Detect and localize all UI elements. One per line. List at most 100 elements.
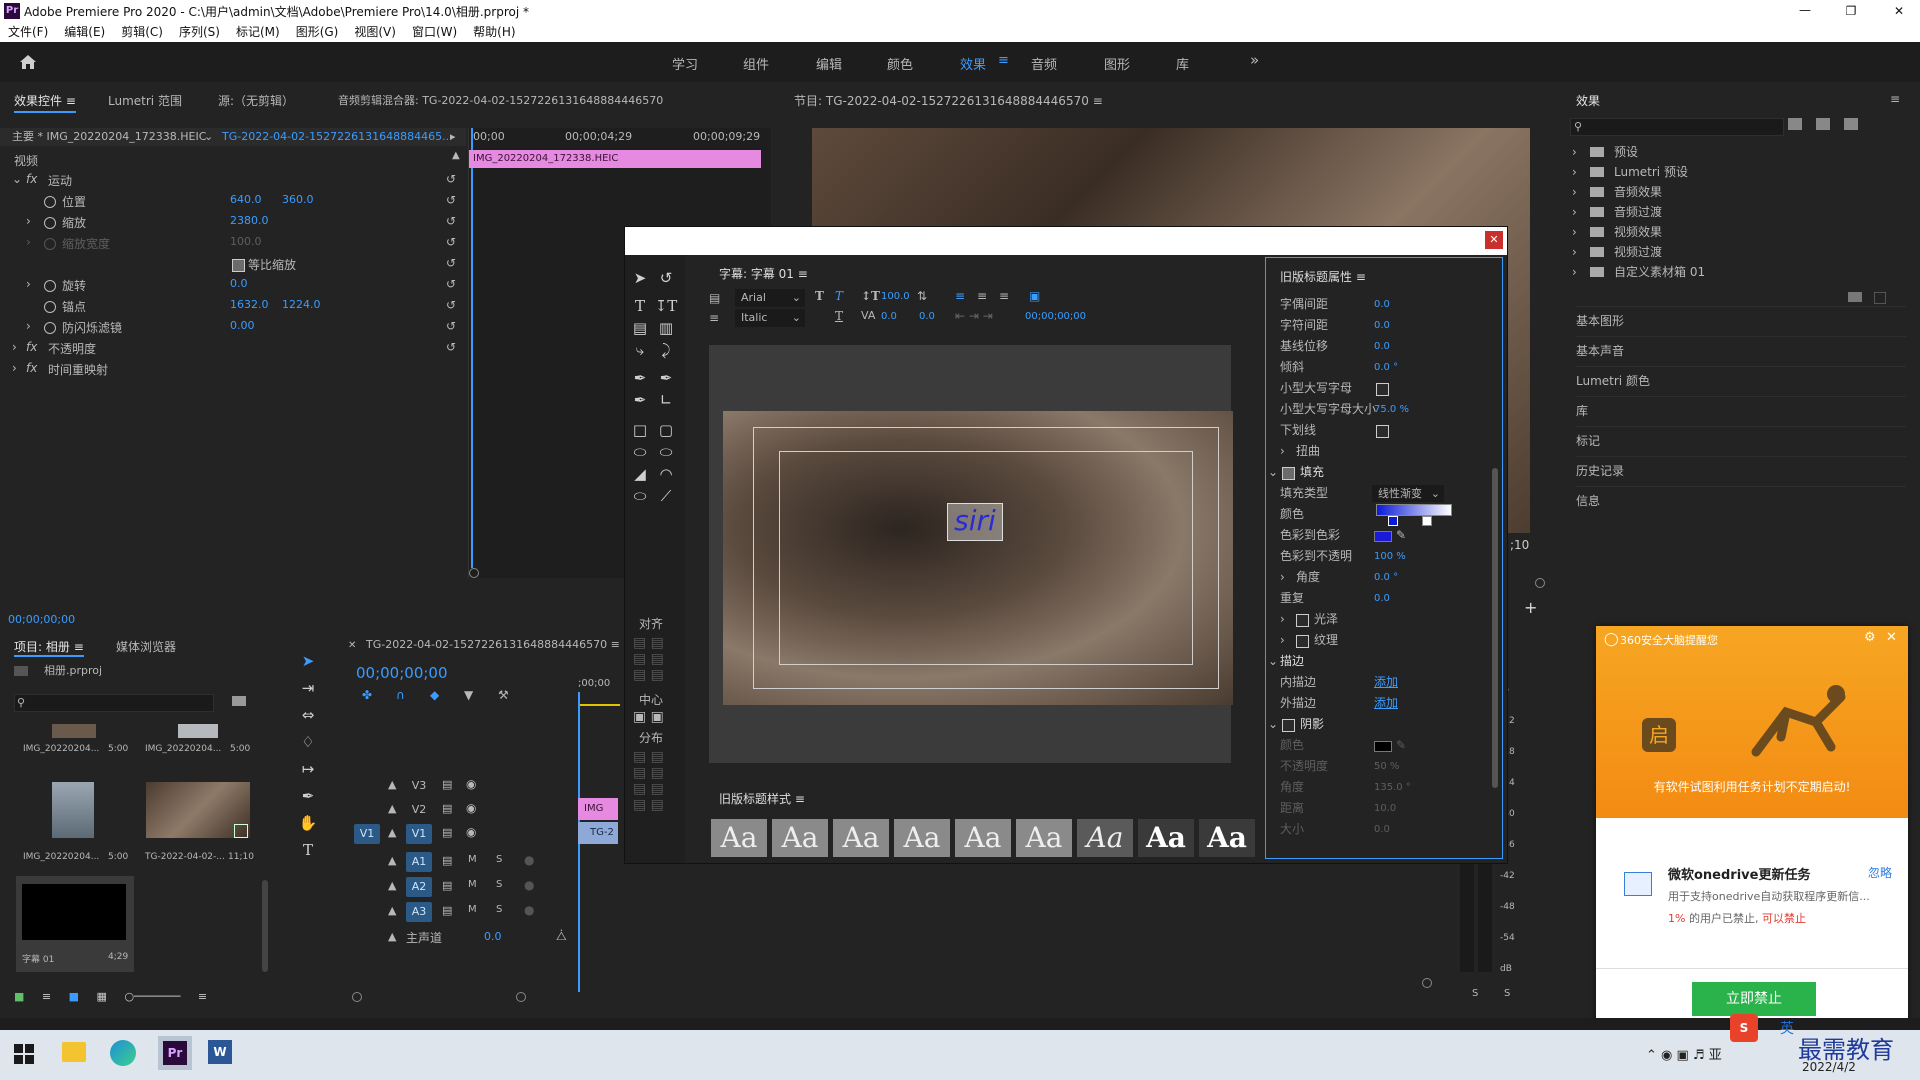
sync-lock-icon[interactable]: ▤ <box>442 826 452 839</box>
expand-icon[interactable]: › <box>1280 630 1285 651</box>
prop-row-uniform-scale[interactable]: 等比缩放 ↺ <box>10 256 460 276</box>
reset-icon[interactable]: ↺ <box>446 172 456 186</box>
add-stroke-link[interactable]: 添加 <box>1374 693 1398 714</box>
align-right-icon[interactable]: ≡ <box>999 289 1009 303</box>
new-bin-icon[interactable] <box>1788 118 1802 130</box>
path-type-icon[interactable]: ⤷ <box>627 339 653 361</box>
menu-window[interactable]: 窗口(W) <box>412 25 457 39</box>
solo-button[interactable]: S <box>496 879 502 890</box>
stopwatch-icon[interactable] <box>44 196 56 208</box>
clip-v1[interactable]: TG-2 <box>578 822 618 844</box>
title-text-box[interactable]: siri <box>947 503 1003 541</box>
stat-link[interactable]: 可以禁止 <box>1762 912 1806 925</box>
icon-view-icon[interactable]: ■ <box>69 990 79 1003</box>
delete-icon[interactable] <box>1874 292 1886 304</box>
track-lock-icon[interactable]: ▲ <box>388 930 396 943</box>
position-y[interactable]: 360.0 <box>282 193 314 206</box>
title-prop-row[interactable]: ⌄ 阴影 <box>1266 714 1490 735</box>
prop-value[interactable]: 0.0 <box>1374 315 1390 336</box>
convert-anchor-icon[interactable]: ∟ <box>653 389 679 411</box>
menu-help[interactable]: 帮助(H) <box>473 25 515 39</box>
color-swatch[interactable] <box>1374 741 1392 752</box>
panel-menu-icon[interactable]: ≡ <box>611 638 620 651</box>
prop-row-flicker[interactable]: › 防闪烁滤镜 0.00 ↺ <box>10 319 460 339</box>
expand-icon[interactable]: › <box>26 277 31 291</box>
title-prop-row[interactable]: › 扭曲 <box>1266 441 1490 462</box>
add-anchor-icon[interactable]: ✒ <box>627 389 653 411</box>
sync-lock-icon[interactable]: ▤ <box>442 879 452 892</box>
solo-right-button[interactable]: S <box>1504 988 1510 999</box>
track-lock-icon[interactable]: ▲ <box>388 904 396 917</box>
solo-button[interactable]: S <box>496 854 502 865</box>
linked-icon[interactable]: ∩ <box>396 688 405 702</box>
timeline-scroll-v2[interactable] <box>1422 978 1432 988</box>
mute-button[interactable]: M <box>468 854 477 865</box>
sync-lock-icon[interactable]: ▤ <box>442 778 452 791</box>
title-prop-row[interactable]: 基线位移 0.0 <box>1266 336 1490 357</box>
title-prop-row[interactable]: 倾斜 0.0 ° <box>1266 357 1490 378</box>
anchor-y[interactable]: 1224.0 <box>282 298 321 311</box>
clip-bar[interactable]: IMG_20220204_172338.HEIC <box>469 150 761 168</box>
panel-menu-icon[interactable]: ≡ <box>795 792 805 806</box>
sequence-clip-label[interactable]: TG-2022-04-02-1527226131648884465... <box>222 128 453 146</box>
effects-section-header[interactable]: 标记 <box>1576 426 1906 455</box>
gear-icon[interactable]: ⚙ <box>1864 630 1876 645</box>
icon-yuv[interactable] <box>1844 118 1858 130</box>
title-prop-row[interactable]: 角度 135.0 ° <box>1266 777 1490 798</box>
playhead[interactable] <box>471 128 473 568</box>
effects-tree-item[interactable]: › 视频效果 <box>1572 222 1892 242</box>
font-size-value[interactable]: 100.0 <box>881 291 910 302</box>
line-tool-icon[interactable]: ⟋ <box>653 485 679 507</box>
uniform-scale-checkbox[interactable] <box>232 259 245 272</box>
rounded-rect2-icon[interactable]: ⬭ <box>653 441 679 463</box>
stopwatch-icon[interactable] <box>44 322 56 334</box>
flicker-value[interactable]: 0.00 <box>230 319 255 332</box>
eye-icon[interactable]: ◉ <box>466 777 476 791</box>
eye-icon[interactable]: ◉ <box>466 801 476 815</box>
vertical-area-type-icon[interactable]: ▥ <box>653 317 679 339</box>
chevron-down-icon[interactable]: ⌄ <box>204 128 213 146</box>
mic-icon[interactable]: ● <box>524 878 534 892</box>
expand-icon[interactable]: › <box>1572 142 1577 162</box>
group-checkbox[interactable] <box>1296 635 1309 648</box>
prop-row-position[interactable]: 位置 640.0 360.0 ↺ <box>10 193 460 213</box>
effects-tree-item[interactable]: › 自定义素材箱 01 <box>1572 262 1892 282</box>
master-value[interactable]: 0.0 <box>484 930 502 943</box>
expand-icon[interactable]: › <box>1572 262 1577 282</box>
prop-checkbox[interactable] <box>1376 425 1389 438</box>
collapse-icon[interactable]: ⌄ <box>1268 462 1278 483</box>
expand-icon[interactable]: › <box>1280 567 1285 588</box>
eyedropper-icon[interactable]: ✎ <box>1396 525 1406 546</box>
zoom-slider[interactable]: ○─────── <box>124 990 180 1003</box>
zoom-handle[interactable] <box>1535 578 1545 588</box>
title-style-swatch[interactable]: Aa <box>955 819 1011 857</box>
stopwatch-icon[interactable] <box>44 280 56 292</box>
title-prop-row[interactable]: ⌄ 填充 <box>1266 462 1490 483</box>
effects-tree-item[interactable]: › Lumetri 预设 <box>1572 162 1892 182</box>
title-prop-row[interactable]: 外描边 添加 <box>1266 693 1490 714</box>
effects-section-header[interactable]: Lumetri 颜色 <box>1576 366 1906 395</box>
bold-icon[interactable]: T <box>815 289 824 303</box>
sync-lock-icon[interactable]: ▤ <box>442 802 452 815</box>
project-item[interactable]: IMG_20220204... 5:00 <box>20 782 130 866</box>
razor-icon[interactable]: ♢ <box>295 731 321 753</box>
ellipse-tool-icon[interactable]: ⬭ <box>627 485 653 507</box>
arc-tool-icon[interactable]: ◠ <box>653 463 679 485</box>
pen-tool-icon[interactable]: ✒ <box>295 785 321 807</box>
center-icons[interactable]: ▣ ▣ <box>633 709 664 725</box>
effects-tree-item[interactable]: › 预设 <box>1572 142 1892 162</box>
title-prop-row[interactable]: 颜色 ✎ <box>1266 735 1490 756</box>
wrench-icon[interactable]: ⚒ <box>498 688 509 702</box>
close-window-button[interactable]: ✕ <box>1485 231 1503 249</box>
ws-graphics[interactable]: 图形 <box>1104 54 1130 73</box>
prop-value[interactable]: 100 % <box>1374 546 1406 567</box>
more-workspaces-icon[interactable]: » <box>1250 51 1259 69</box>
expand-icon[interactable]: › <box>1572 162 1577 182</box>
track-label[interactable]: A1 <box>406 852 432 872</box>
roll-crawl-icon[interactable]: ▤ <box>709 291 720 305</box>
tab-audio-mixer[interactable]: 音频剪辑混合器: TG-2022-04-02-15272261316488844… <box>338 92 663 108</box>
clipped-rect-icon[interactable]: ⬭ <box>627 441 653 463</box>
effects-section-header[interactable]: 基本声音 <box>1576 336 1906 365</box>
mic-icon[interactable]: ● <box>524 853 534 867</box>
prop-value[interactable]: 0.0 ° <box>1374 357 1398 378</box>
